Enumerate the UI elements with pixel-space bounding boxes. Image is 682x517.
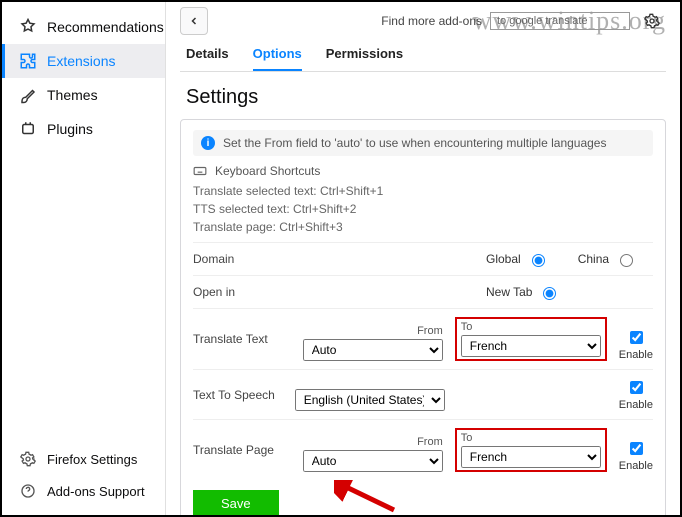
row-translate-text: Translate Text From Auto To French Enabl…: [193, 308, 653, 369]
enable-label: Enable: [619, 399, 653, 411]
translate-text-to-select[interactable]: French: [461, 335, 601, 357]
sidebar-label: Themes: [47, 87, 98, 103]
row-translate-page: Translate Page From Auto To French Enabl…: [193, 419, 653, 480]
tts-enable-checkbox[interactable]: [630, 381, 643, 394]
row-tts: Text To Speech English (United States) E…: [193, 369, 653, 419]
translate-text-from-select[interactable]: Auto: [303, 339, 443, 361]
sidebar-label: Plugins: [47, 121, 93, 137]
row-domain: Domain Global China: [193, 242, 653, 275]
kb-shortcut-line: Translate page: Ctrl+Shift+3: [193, 220, 653, 234]
sidebar-item-themes[interactable]: Themes: [2, 78, 165, 112]
addons-settings-button[interactable]: [638, 7, 666, 35]
enable-label: Enable: [619, 349, 653, 361]
search-addons-input[interactable]: to google translate: [490, 12, 630, 30]
translate-page-to-select[interactable]: French: [461, 446, 601, 468]
brush-icon: [19, 86, 37, 104]
enable-label: Enable: [619, 460, 653, 472]
tab-options[interactable]: Options: [253, 46, 302, 71]
translate-text-label: Translate Text: [193, 332, 288, 346]
settings-panel: i Set the From field to 'auto' to use wh…: [180, 119, 666, 515]
radio-new-tab[interactable]: New Tab: [486, 284, 559, 300]
info-text: Set the From field to 'auto' to use when…: [223, 136, 606, 150]
sidebar-label: Extensions: [47, 53, 115, 69]
keyboard-icon: [193, 164, 207, 178]
translate-page-from-select[interactable]: Auto: [303, 450, 443, 472]
domain-label: Domain: [193, 252, 288, 266]
settings-heading: Settings: [186, 86, 660, 109]
plug-icon: [19, 120, 37, 138]
radio-china[interactable]: China: [578, 251, 636, 267]
translate-text-enable-checkbox[interactable]: [630, 331, 643, 344]
info-tip: i Set the From field to 'auto' to use wh…: [193, 130, 653, 156]
sidebar-item-plugins[interactable]: Plugins: [2, 112, 165, 146]
translate-page-enable-checkbox[interactable]: [630, 442, 643, 455]
kb-shortcut-line: Translate selected text: Ctrl+Shift+1: [193, 184, 653, 198]
sidebar-item-recommendations[interactable]: Recommendations: [2, 10, 165, 44]
from-label: From: [303, 436, 443, 448]
help-icon: [19, 482, 37, 500]
open-in-label: Open in: [193, 285, 288, 299]
tab-details[interactable]: Details: [186, 46, 229, 71]
find-more-addons: Find more add-ons: [381, 14, 482, 28]
sidebar-label: Recommendations: [47, 19, 164, 35]
to-label: To: [461, 321, 601, 333]
sidebar-item-addons-support[interactable]: Add-ons Support: [2, 475, 165, 507]
sidebar: Recommendations Extensions Themes Plugin…: [2, 2, 166, 515]
sidebar-item-extensions[interactable]: Extensions: [2, 44, 165, 78]
content-area: Find more add-ons to google translate De…: [166, 2, 680, 515]
back-button[interactable]: [180, 7, 208, 35]
info-icon: i: [201, 136, 215, 150]
topbar: Find more add-ons to google translate: [180, 2, 666, 40]
tts-lang-select[interactable]: English (United States): [295, 389, 445, 411]
keyboard-shortcuts-heading: Keyboard Shortcuts: [193, 164, 653, 178]
star-icon: [19, 18, 37, 36]
highlight-box: To French: [455, 428, 607, 472]
sidebar-label: Firefox Settings: [47, 452, 137, 467]
to-label: To: [461, 432, 601, 444]
tts-label: Text To Speech: [193, 388, 287, 402]
tab-permissions[interactable]: Permissions: [326, 46, 403, 71]
save-button[interactable]: Save: [193, 490, 279, 515]
kb-shortcut-line: TTS selected text: Ctrl+Shift+2: [193, 202, 653, 216]
highlight-box: To French: [455, 317, 607, 361]
translate-page-label: Translate Page: [193, 443, 288, 457]
sidebar-item-firefox-settings[interactable]: Firefox Settings: [2, 443, 165, 475]
gear-icon: [19, 450, 37, 468]
row-open-in: Open in New Tab: [193, 275, 653, 308]
puzzle-icon: [19, 52, 37, 70]
radio-global[interactable]: Global: [486, 251, 548, 267]
from-label: From: [303, 325, 443, 337]
sidebar-label: Add-ons Support: [47, 484, 145, 499]
tabs: Details Options Permissions: [180, 40, 666, 72]
